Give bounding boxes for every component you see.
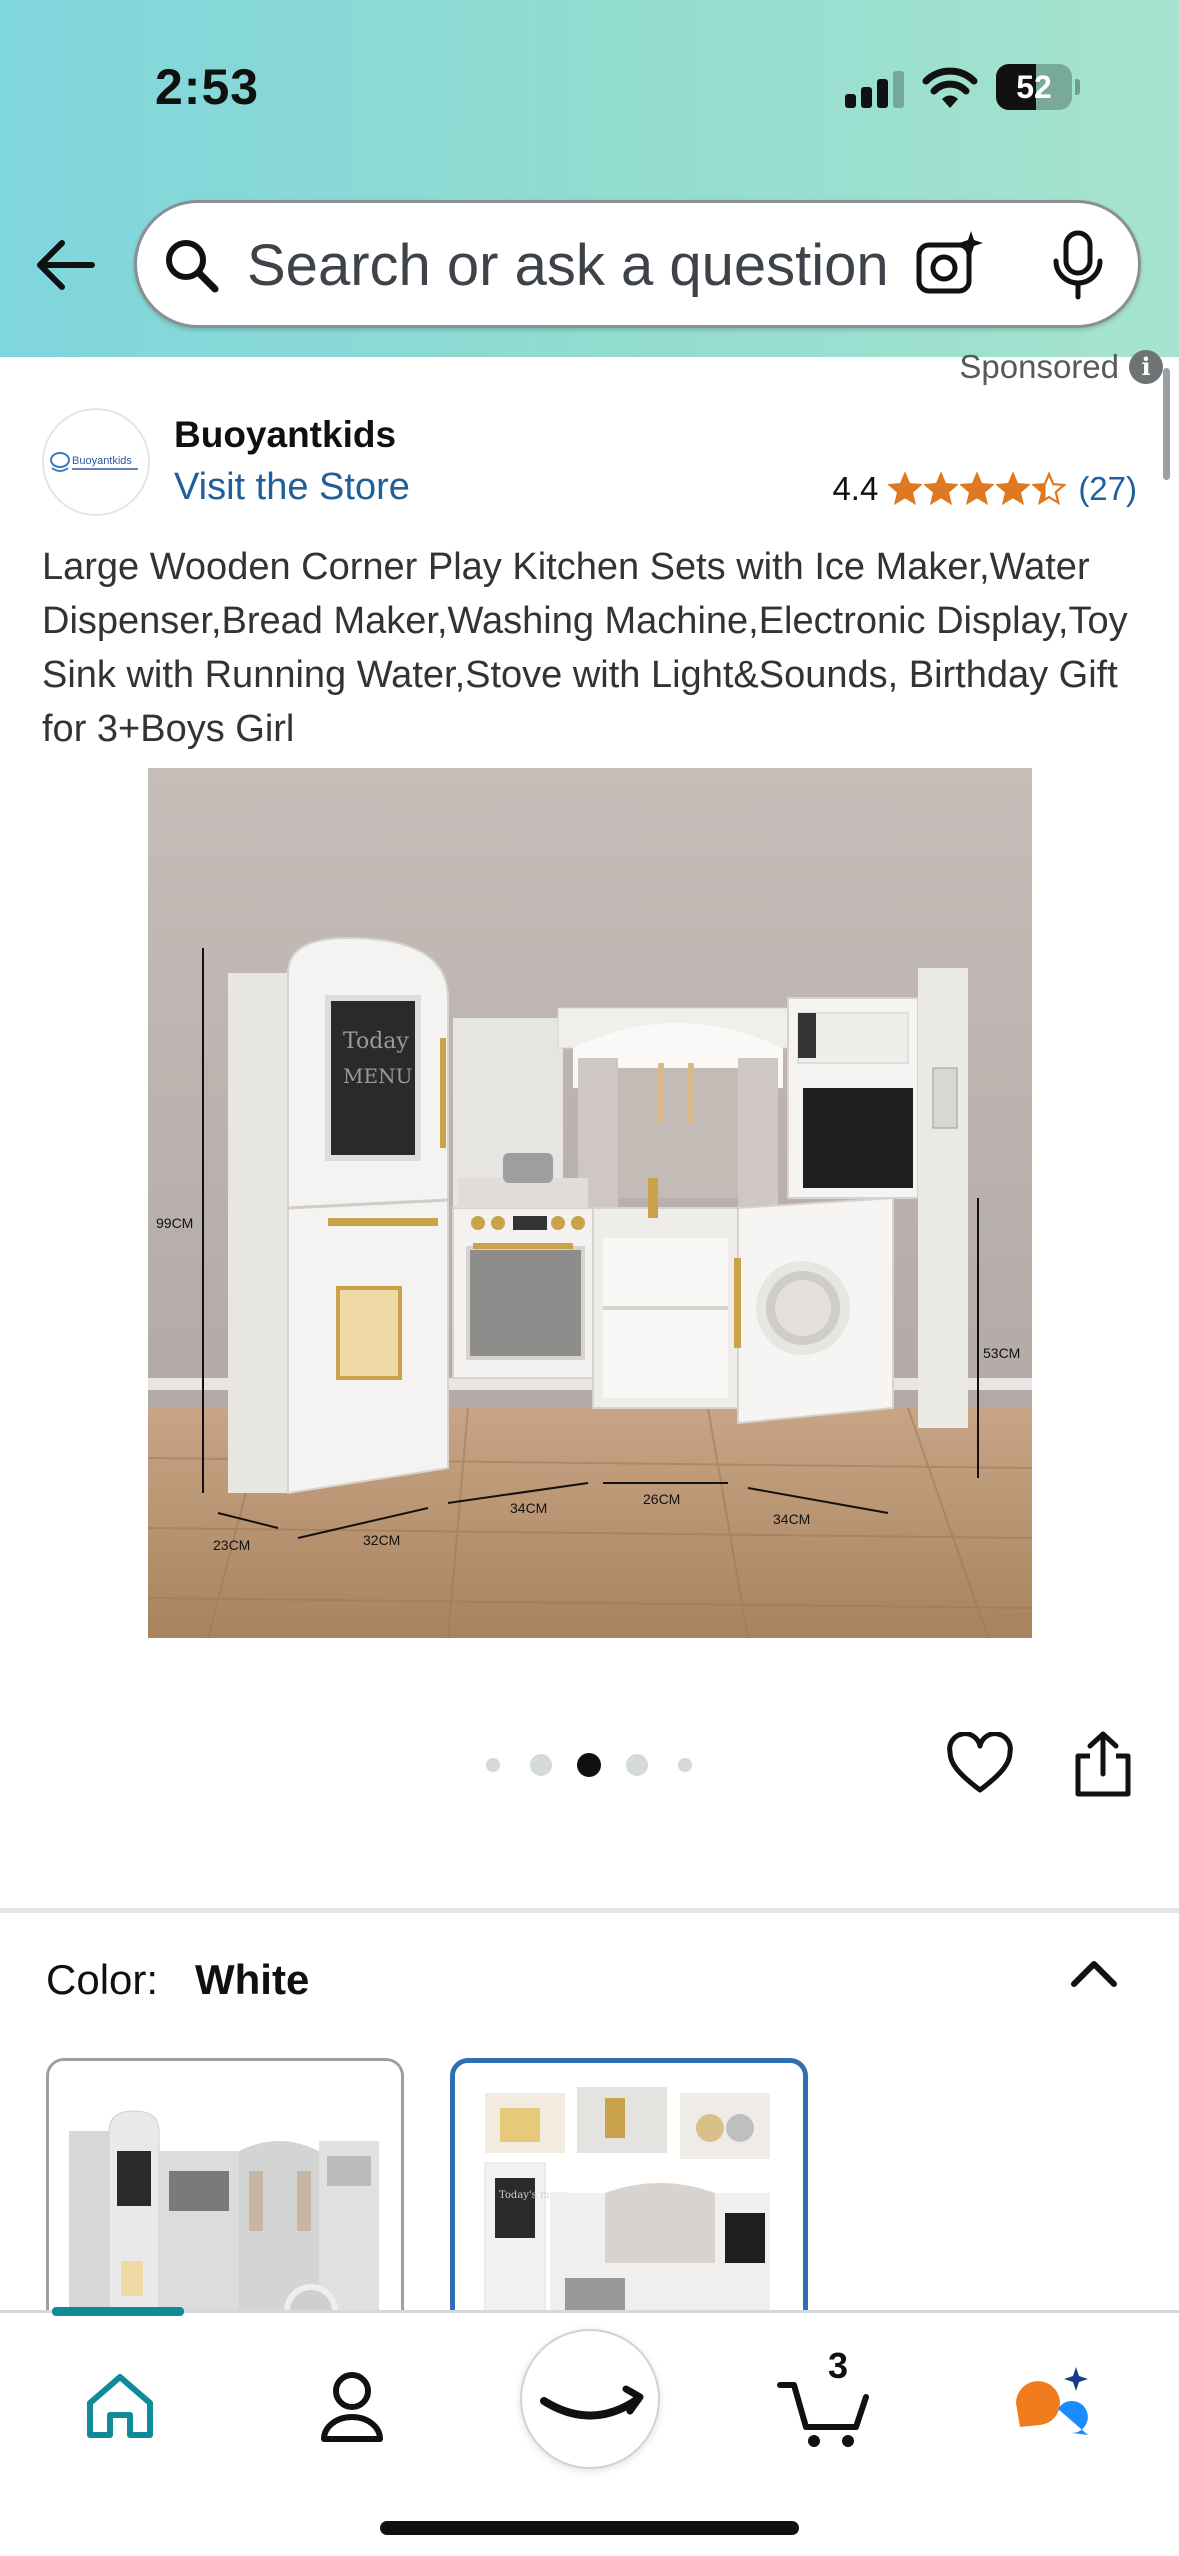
visit-store-link[interactable]: Visit the Store (174, 466, 410, 509)
sponsored-label[interactable]: Sponsored i (959, 348, 1163, 386)
product-title: Large Wooden Corner Play Kitchen Sets wi… (42, 546, 1128, 750)
chalkboard-text-today: Today (343, 1029, 409, 1054)
scroll-indicator[interactable] (1163, 368, 1170, 480)
brand-name[interactable]: Buoyantkids (174, 414, 396, 456)
search-bar[interactable] (134, 200, 1141, 328)
product-image[interactable]: Today MENU 99CM 53CM 23CM 32CM 34CM 26CM… (148, 768, 1032, 1638)
color-value: White (195, 1956, 310, 2003)
brand-logo[interactable]: Buoyantkids (42, 408, 150, 516)
carousel-dot[interactable] (678, 1758, 692, 1772)
dimension-23cm: 23CM (213, 1537, 250, 1553)
section-divider (0, 1908, 1179, 1913)
cellular-signal-icon (845, 68, 905, 108)
sponsored-text: Sponsored (959, 348, 1119, 385)
star-icon (960, 472, 995, 506)
home-icon[interactable] (80, 2353, 160, 2453)
star-icon (1032, 472, 1067, 506)
chalkboard-text-menu: MENU (343, 1064, 412, 1088)
star-icon (888, 472, 923, 506)
brand-logo-text: Buoyantkids (72, 455, 132, 467)
back-arrow-icon[interactable] (32, 232, 98, 298)
cart-count-badge: 3 (827, 2345, 849, 2386)
app-header: 2:53 52 (0, 0, 1179, 357)
home-indicator[interactable] (380, 2521, 799, 2535)
search-input[interactable] (247, 225, 967, 305)
carousel-dot[interactable] (486, 1758, 500, 1772)
microphone-icon[interactable] (1046, 229, 1110, 301)
battery-percent: 52 (1016, 69, 1052, 105)
star-rating (888, 472, 1067, 506)
brand-logo-image: Buoyantkids (50, 452, 138, 472)
play-kitchen-illustration: Today MENU 99CM 53CM 23CM 32CM 34CM 26CM… (148, 768, 1032, 1638)
info-icon[interactable]: i (1129, 350, 1163, 384)
share-icon[interactable] (1072, 1730, 1134, 1798)
rating-value: 4.4 (832, 470, 879, 507)
bottom-tab-bar: 3 (0, 2307, 1179, 2556)
star-icon (996, 472, 1031, 506)
dimension-26cm: 26CM (643, 1491, 680, 1507)
person-icon[interactable] (312, 2353, 392, 2453)
carousel-dot-active[interactable] (577, 1753, 601, 1777)
search-icon (166, 240, 219, 293)
chevron-up-icon[interactable] (1066, 1950, 1122, 1994)
camera-lens-icon[interactable] (913, 229, 985, 301)
rating-summary[interactable]: 4.4 (27) (832, 470, 1137, 508)
dimension-99cm: 99CM (156, 1215, 193, 1231)
status-time: 2:53 (155, 59, 260, 115)
rufus-icon[interactable] (1010, 2353, 1100, 2453)
heart-icon[interactable] (946, 1732, 1014, 1796)
dimension-53cm: 53CM (983, 1345, 1020, 1361)
battery-icon: 52 (996, 64, 1080, 110)
active-tab-indicator (52, 2307, 184, 2316)
carousel-dot[interactable] (530, 1754, 552, 1776)
wifi-icon (922, 67, 978, 108)
cart-icon[interactable]: 3 (776, 2345, 876, 2453)
dimension-32cm: 32CM (363, 1532, 400, 1548)
amazon-smile-icon[interactable] (520, 2329, 660, 2469)
rating-count[interactable]: (27) (1078, 470, 1137, 508)
color-label: Color: (46, 1956, 159, 2003)
carousel-dot[interactable] (626, 1754, 648, 1776)
dimension-34cm-right: 34CM (773, 1511, 810, 1527)
star-icon (924, 472, 959, 506)
dimension-34cm-left: 34CM (510, 1500, 547, 1516)
